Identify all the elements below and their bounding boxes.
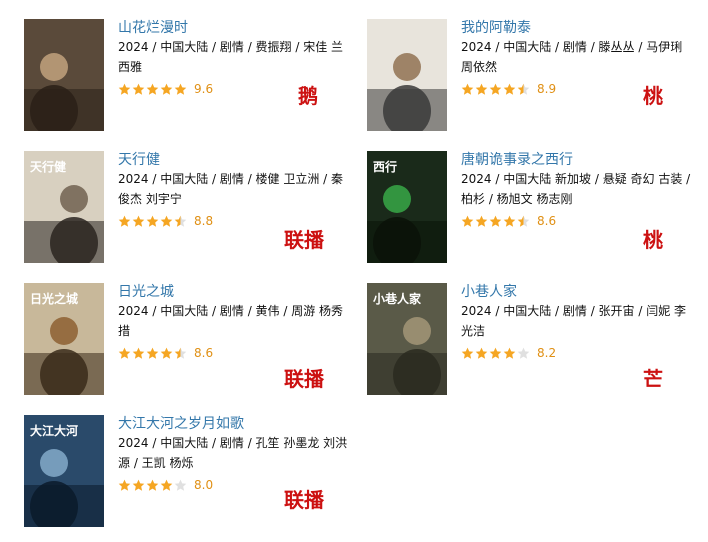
star-icon [517, 347, 530, 359]
star-icon [118, 347, 131, 359]
poster-artwork: 天行健 [24, 151, 104, 263]
star-icon [489, 347, 502, 359]
poster-artwork: 西行 [367, 151, 447, 263]
star-icon [160, 479, 173, 491]
rating-score: 9.6 [194, 82, 214, 96]
drama-meta: 2024 / 中国大陆 / 剧情 / 黄伟 / 周游 杨秀措 [118, 304, 344, 338]
star-icon [174, 83, 187, 95]
rating-score: 8.8 [194, 214, 214, 228]
rating: 8.0 [118, 477, 213, 493]
star-icon [174, 215, 187, 227]
star-icon [146, 479, 159, 491]
star-icon [503, 83, 516, 95]
poster-title-text: 日光之城 [30, 291, 78, 306]
rating: 8.9 [461, 81, 556, 97]
poster-image[interactable]: 天行健 [24, 151, 104, 263]
platform-tag: 联播 [284, 488, 324, 512]
platform-tag: 联播 [284, 228, 324, 252]
platform-tag: 桃 [643, 84, 663, 108]
star-icon [174, 347, 187, 359]
star-icon [503, 215, 516, 227]
star-icon [461, 347, 474, 359]
rating-score: 8.6 [537, 214, 557, 228]
drama-meta: 2024 / 中国大陆 新加坡 / 悬疑 奇幻 古装 / 柏杉 / 杨旭文 杨志… [461, 172, 691, 206]
star-icon [132, 347, 145, 359]
rating-score: 8.9 [537, 82, 557, 96]
star-icon [146, 83, 159, 95]
rating: 8.6 [118, 345, 213, 361]
star-icon [118, 479, 131, 491]
star-icon [118, 215, 131, 227]
drama-title-link[interactable]: 小巷人家 [461, 281, 517, 301]
platform-tag: 桃 [643, 228, 663, 252]
star-icon [475, 83, 488, 95]
drama-title-link[interactable]: 日光之城 [118, 281, 174, 301]
poster-artwork: 小巷人家 [367, 283, 447, 395]
star-rating [461, 83, 531, 96]
star-icon [160, 347, 173, 359]
poster-image[interactable]: 大江大河 [24, 415, 104, 527]
poster-image[interactable]: 日光之城 [24, 283, 104, 395]
drama-title-link[interactable]: 我的阿勒泰 [461, 17, 531, 37]
poster-artwork: 大江大河 [24, 415, 104, 527]
poster-title-text: 大江大河 [30, 423, 78, 438]
star-icon [461, 83, 474, 95]
poster-artwork: 日光之城 [24, 283, 104, 395]
rating: 8.8 [118, 213, 213, 229]
star-rating [461, 347, 531, 360]
star-icon [517, 83, 530, 95]
rating-score: 8.2 [537, 346, 557, 360]
star-icon [503, 347, 516, 359]
drama-meta: 2024 / 中国大陆 / 剧情 / 费振翔 / 宋佳 兰西雅 [118, 40, 344, 74]
poster-artwork [24, 19, 104, 131]
star-rating [118, 479, 188, 492]
drama-meta: 2024 / 中国大陆 / 剧情 / 孔笙 孙墨龙 刘洪源 / 王凯 杨烁 [118, 436, 348, 470]
poster-image[interactable]: 西行 [367, 151, 447, 263]
drama-meta: 2024 / 中国大陆 / 剧情 / 楼健 卫立洲 / 秦俊杰 刘宇宁 [118, 172, 344, 206]
platform-tag: 鹅 [298, 84, 318, 108]
drama-title-link[interactable]: 天行健 [118, 149, 160, 169]
drama-title-link[interactable]: 唐朝诡事录之西行 [461, 149, 573, 169]
rating: 8.2 [461, 345, 556, 361]
drama-meta: 2024 / 中国大陆 / 剧情 / 张开宙 / 闫妮 李光洁 [461, 304, 687, 338]
star-icon [475, 347, 488, 359]
rating-score: 8.0 [194, 478, 214, 492]
poster-artwork [367, 19, 447, 131]
star-icon [132, 83, 145, 95]
star-icon [132, 215, 145, 227]
drama-meta: 2024 / 中国大陆 / 剧情 / 滕丛丛 / 马伊琍 周依然 [461, 40, 683, 74]
poster-image[interactable] [367, 19, 447, 131]
star-rating [118, 347, 188, 360]
platform-tag: 芒 [643, 367, 663, 391]
poster-title-text: 天行健 [30, 159, 67, 174]
star-icon [118, 83, 131, 95]
drama-item: 山花烂漫时 2024 / 中国大陆 / 剧情 / 费振翔 / 宋佳 兰西雅 9.6 [24, 19, 354, 131]
star-icon [475, 215, 488, 227]
star-icon [517, 215, 530, 227]
star-icon [146, 215, 159, 227]
star-icon [489, 215, 502, 227]
star-icon [174, 479, 187, 491]
drama-item: 我的阿勒泰 2024 / 中国大陆 / 剧情 / 滕丛丛 / 马伊琍 周依然 8.9 [367, 19, 697, 131]
star-icon [132, 479, 145, 491]
poster-title-text: 小巷人家 [373, 291, 422, 306]
star-rating [118, 83, 188, 96]
rating: 8.6 [461, 213, 556, 229]
rating-score: 8.6 [194, 346, 214, 360]
star-icon [146, 347, 159, 359]
drama-title-link[interactable]: 大江大河之岁月如歌 [118, 413, 244, 433]
star-icon [489, 83, 502, 95]
rating: 9.6 [118, 81, 213, 97]
poster-image[interactable] [24, 19, 104, 131]
star-icon [160, 215, 173, 227]
star-rating [118, 215, 188, 228]
poster-title-text: 西行 [373, 159, 397, 174]
star-rating [461, 215, 531, 228]
star-icon [461, 215, 474, 227]
drama-title-link[interactable]: 山花烂漫时 [118, 17, 188, 37]
poster-image[interactable]: 小巷人家 [367, 283, 447, 395]
platform-tag: 联播 [284, 367, 324, 391]
star-icon [160, 83, 173, 95]
